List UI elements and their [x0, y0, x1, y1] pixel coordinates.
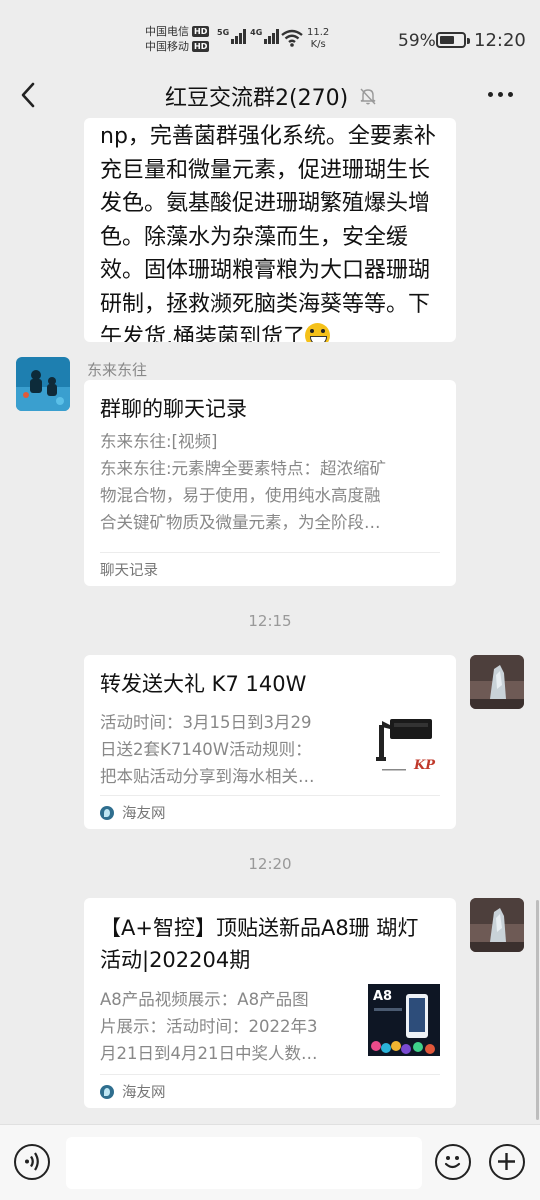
record-line: 合关键矿物质及微量元素，为全阶段…	[100, 513, 381, 532]
sculpture-photo-avatar	[470, 655, 524, 709]
a8-thumbnail-image: A8	[368, 984, 440, 1056]
desc-line: 月21日到4月21日中奖人数…	[100, 1044, 318, 1063]
text-line: 午发货,桶装菌到货了	[100, 325, 305, 342]
text-line-last: 午发货,桶装菌到货了	[100, 321, 440, 342]
card-description: 东来东往:[视频] 东来东往:元素牌全要素特点：超浓缩矿 物混合物，易于使用，使…	[100, 428, 440, 536]
voice-input-button[interactable]	[14, 1144, 50, 1180]
lamp-thumbnail-image: KP	[368, 711, 440, 783]
signal-icons: 5G 4G	[217, 28, 280, 44]
voice-icon	[25, 1152, 39, 1171]
card-title: 【A+智控】顶贴送新品A8珊 瑚灯 活动|202204期	[100, 912, 440, 976]
more-options-icon[interactable]	[488, 92, 513, 97]
card-title: 转发送大礼 K7 140W	[100, 672, 307, 696]
card-description: A8产品视频展示：A8产品图 片展示：活动时间：2022年3 月21日到4月21…	[100, 986, 360, 1067]
timestamp: 12:20	[248, 855, 292, 873]
network-speed: 11.2 K/s	[307, 27, 329, 51]
desc-line: 日送2套K7140W活动规则：	[100, 740, 312, 759]
carrier-1: 中国电信	[145, 25, 189, 38]
record-line: 东来东往:元素牌全要素特点：超浓缩矿	[100, 459, 387, 478]
emoji-button[interactable]	[435, 1144, 471, 1180]
desc-line: 活动时间：3月15日到3月29	[100, 713, 312, 732]
text-line: 发色。氨基酸促进珊瑚繁殖爆头增	[100, 191, 431, 216]
message-input[interactable]	[66, 1137, 422, 1189]
battery-percent: 59%	[398, 31, 436, 51]
chat-header: 红豆交流群2(270)	[0, 72, 540, 118]
card-footer: 聊天记录	[100, 552, 440, 586]
smiley-icon	[444, 1156, 461, 1169]
sender-name: 东来东往	[87, 361, 148, 379]
grin-emoji-icon	[305, 323, 330, 342]
battery-icon	[436, 32, 470, 48]
back-arrow-icon[interactable]	[14, 78, 44, 112]
hd-badge: HD	[192, 41, 210, 52]
record-line: 东来东往:[视频]	[100, 432, 218, 451]
source-name: 海友网	[122, 806, 166, 822]
text-line: 色。除藻水为杂藻而生，安全缓	[100, 224, 409, 250]
avatar[interactable]	[470, 655, 524, 709]
record-line: 物混合物，易于使用，使用纯水高度融	[100, 486, 381, 505]
more-functions-button[interactable]	[489, 1144, 525, 1180]
svg-text:KP: KP	[413, 758, 436, 773]
text-line: 研制，拯救濒死脑类海葵等等。下	[100, 291, 431, 317]
wifi-icon	[281, 29, 303, 47]
signal-bars-icon	[231, 28, 247, 44]
network-5g-label: 5G	[217, 28, 230, 37]
carrier-info: 中国电信 HD 中国移动 HD	[145, 24, 210, 54]
link-card[interactable]: 转发送大礼 K7 140W 活动时间：3月15日到3月29 日送2套K7140W…	[84, 655, 456, 829]
network-4g-label: 4G	[250, 28, 263, 37]
desc-line: A8产品视频展示：A8产品图	[100, 990, 309, 1009]
plus-icon	[498, 1153, 515, 1170]
site-logo-icon	[100, 805, 114, 820]
speed-unit: K/s	[310, 39, 326, 50]
mute-bell-icon	[360, 88, 376, 105]
signal-bars-icon	[264, 28, 280, 44]
status-time: 12:20	[474, 30, 526, 51]
timestamp: 12:15	[248, 612, 292, 630]
card-footer: 海友网	[100, 1074, 440, 1108]
desc-line: 片展示：活动时间：2022年3	[100, 1017, 318, 1036]
hd-badge: HD	[192, 26, 210, 37]
text-message-bubble[interactable]: np，完善菌群强化系统。全要素补 充巨量和微量元素，促进珊瑚生长 发色。氨基酸促…	[84, 118, 456, 342]
diver-photo-avatar	[16, 357, 70, 411]
avatar[interactable]	[16, 357, 70, 411]
title-line: 活动|202204期	[100, 948, 251, 972]
status-bar: 中国电信 HD 中国移动 HD 5G 4G 11.2 K/s 59% 12:20	[0, 0, 540, 80]
card-title: 群聊的聊天记录	[100, 397, 247, 421]
speed-value: 11.2	[307, 27, 330, 38]
input-bar	[0, 1124, 540, 1200]
avatar[interactable]	[470, 898, 524, 952]
link-card[interactable]: 【A+智控】顶贴送新品A8珊 瑚灯 活动|202204期 A8产品视频展示：A8…	[84, 898, 456, 1108]
carrier-2: 中国移动	[145, 40, 189, 53]
title-line: 【A+智控】顶贴送新品A8珊 瑚灯	[100, 916, 419, 940]
chat-title: 红豆交流群2(270)	[165, 86, 349, 111]
site-logo-icon	[100, 1084, 114, 1099]
scrollbar[interactable]	[536, 900, 539, 1120]
text-line: 充巨量和微量元素，促进珊瑚生长	[100, 157, 431, 183]
sculpture-photo-avatar	[470, 898, 524, 952]
source-name: 海友网	[122, 1085, 166, 1101]
card-footer: 海友网	[100, 795, 440, 829]
card-footer-label: 聊天记录	[100, 563, 158, 579]
chat-record-card[interactable]: 群聊的聊天记录 东来东往:[视频] 东来东往:元素牌全要素特点：超浓缩矿 物混合…	[84, 380, 456, 586]
desc-line: 把本贴活动分享到海水相关…	[100, 767, 315, 786]
text-line: np，完善菌群强化系统。全要素补	[100, 124, 436, 149]
text-line: 效。固体珊瑚粮膏粮为大口器珊瑚	[100, 258, 431, 283]
card-description: 活动时间：3月15日到3月29 日送2套K7140W活动规则： 把本贴活动分享到…	[100, 709, 360, 790]
